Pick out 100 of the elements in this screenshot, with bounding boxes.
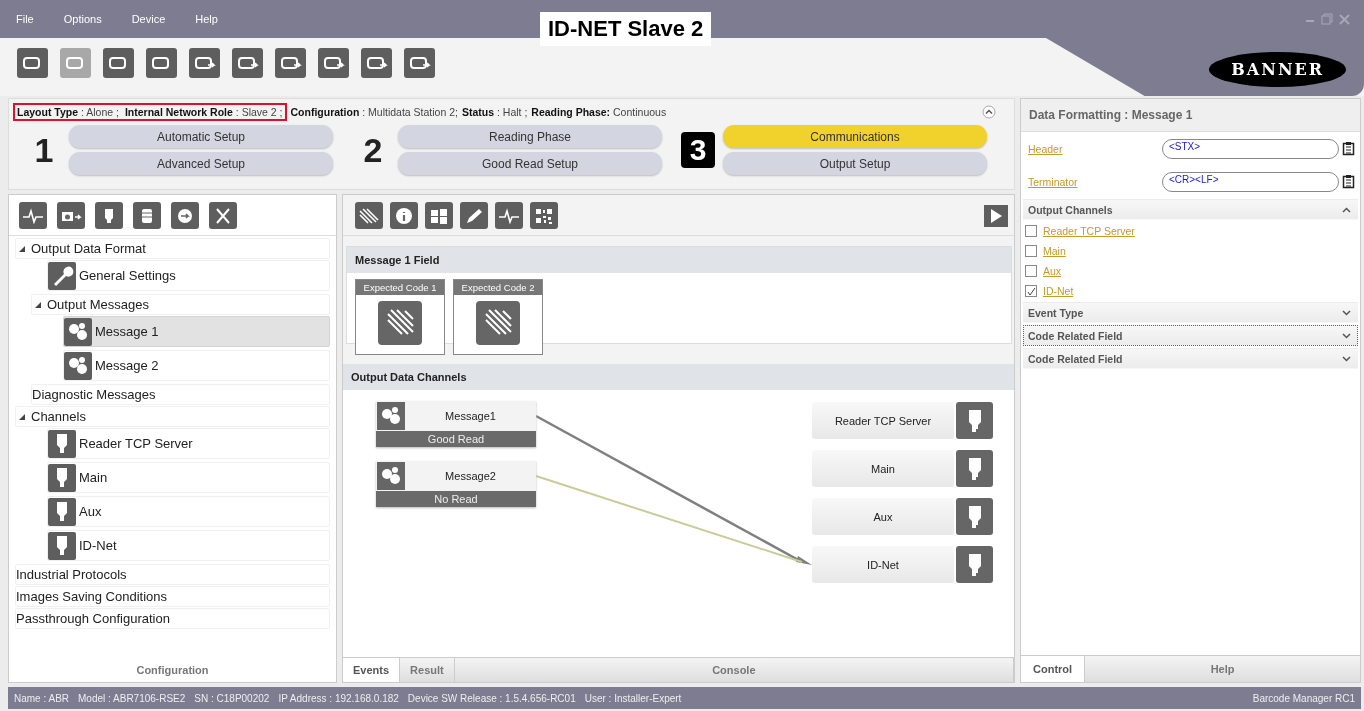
step-number: 1 [33, 130, 55, 170]
section-title: Message 1 Field [347, 247, 1011, 273]
qr-code-icon[interactable] [530, 202, 558, 229]
step-button[interactable]: Reading Phase [398, 125, 662, 148]
tree-item[interactable]: Message 1 [63, 316, 330, 347]
tree-item[interactable]: Industrial Protocols [15, 564, 330, 585]
checkbox[interactable] [1025, 265, 1037, 277]
chevron-icon[interactable] [1342, 310, 1351, 316]
channel-node[interactable]: Aux [812, 498, 954, 535]
tree-item[interactable]: Output Messages [31, 294, 330, 315]
channel-node[interactable]: Reader TCP Server [812, 402, 954, 439]
status-text: User : Installer-Expert [584, 692, 682, 704]
channel-node[interactable]: ID-Net [812, 546, 954, 583]
step-button[interactable]: Good Read Setup [398, 152, 662, 175]
checkbox[interactable] [1025, 245, 1037, 257]
tree-item[interactable]: ID-Net [47, 530, 330, 561]
tab[interactable]: Result [400, 658, 455, 682]
tree-item[interactable]: Images Saving Conditions [15, 586, 330, 607]
expand-icon[interactable] [19, 245, 25, 252]
device-icon[interactable] [361, 48, 392, 78]
close-icon[interactable] [209, 202, 237, 229]
menu-item[interactable]: Options [63, 13, 102, 25]
channel-node[interactable]: Main [812, 450, 954, 487]
tab[interactable]: Help [1084, 656, 1360, 682]
device-icon[interactable] [103, 48, 134, 78]
menu-item[interactable]: File [16, 13, 34, 25]
collapse-button[interactable] [982, 105, 996, 119]
play-button[interactable] [984, 204, 1008, 227]
plug-icon[interactable] [95, 202, 123, 229]
camera-icon[interactable] [57, 202, 85, 229]
tree-item[interactable]: Aux [47, 496, 330, 527]
device-icon[interactable] [189, 48, 220, 78]
event-label: Good Read [376, 431, 536, 447]
pulse-icon[interactable] [19, 202, 47, 229]
device-icon[interactable] [404, 48, 435, 78]
device-icon[interactable] [146, 48, 177, 78]
pulse-icon[interactable] [495, 202, 523, 229]
menu-item[interactable]: Help [195, 13, 218, 25]
checkbox[interactable] [1025, 225, 1037, 237]
expand-icon[interactable] [19, 413, 25, 420]
clipboard-icon[interactable] [1342, 141, 1356, 156]
tree-item[interactable]: Reader TCP Server [47, 428, 330, 459]
step-number: 2 [362, 130, 384, 170]
device-icon[interactable] [275, 48, 306, 78]
info-icon[interactable] [390, 202, 418, 229]
status-text: SN : C18P00202 [194, 692, 270, 704]
plug-icon [956, 450, 993, 487]
tree-item[interactable]: Passthrough Configuration [15, 608, 330, 629]
caption-label: ID-NET Slave 2 [540, 12, 712, 46]
step-number: 3 [681, 132, 715, 168]
panel-title: Configuration [135, 663, 210, 678]
status-text: Name : ABR [14, 692, 70, 704]
pencil-icon[interactable] [460, 202, 488, 229]
section-title: Output Data Channels [343, 364, 1014, 390]
tree-item[interactable]: Diagnostic Messages [31, 384, 330, 405]
clipboard-icon[interactable] [1342, 174, 1356, 189]
play-icon[interactable] [989, 207, 1003, 224]
message-node[interactable]: Message2 [405, 470, 536, 482]
status-text: Device SW Release : 1.5.4.656-RC01 [407, 692, 576, 704]
app-name: Barcode Manager RC1 [1252, 692, 1355, 704]
tab[interactable]: Control [1021, 656, 1085, 682]
plug-icon [956, 546, 993, 583]
chevron-icon[interactable] [1342, 356, 1351, 362]
section-header[interactable]: Output Channels [1023, 199, 1358, 220]
expand-icon[interactable] [35, 301, 41, 308]
device-icon[interactable] [17, 48, 48, 78]
step-button[interactable]: Advanced Setup [69, 152, 333, 175]
tab[interactable]: Console [454, 658, 1014, 682]
database-icon[interactable] [133, 202, 161, 229]
plug-icon [48, 497, 76, 526]
chevron-icon[interactable] [1342, 333, 1351, 339]
expected-code-card[interactable]: Expected Code 1 [355, 279, 445, 355]
step-button[interactable]: Communications [723, 125, 987, 148]
checkbox[interactable] [1025, 285, 1037, 297]
tree-item[interactable]: Output Data Format [15, 238, 330, 259]
device-icon[interactable] [318, 48, 349, 78]
info-text: Configuration : Multidata Station 2; [290, 106, 458, 118]
panel-title: Data Formatting : Message 1 [1021, 99, 1360, 132]
tree-item[interactable]: General Settings [47, 260, 330, 291]
device-icon[interactable] [232, 48, 263, 78]
message-node[interactable]: Message1 [405, 410, 536, 422]
section-header[interactable]: Code Related Field [1023, 348, 1358, 369]
step-button[interactable]: Automatic Setup [69, 125, 333, 148]
section-header[interactable]: Event Type [1023, 302, 1358, 323]
tab[interactable]: Events [343, 658, 401, 682]
info-text: Status : Halt ; [461, 106, 528, 118]
step-button[interactable]: Output Setup [723, 152, 987, 175]
tree-item[interactable]: Channels [15, 406, 330, 427]
info-text: Reading Phase: Continuous [531, 106, 667, 118]
tree-item[interactable]: Main [47, 462, 330, 493]
tree-item[interactable]: Message 2 [63, 350, 330, 381]
plug-icon [956, 402, 993, 439]
plug-icon [48, 531, 76, 560]
plug-icon [48, 429, 76, 458]
chevron-icon[interactable] [1342, 207, 1351, 213]
info-text: Layout Type : Alone ; [17, 106, 119, 118]
section-header[interactable]: Code Related Field [1023, 325, 1358, 346]
status-text: Model : ABR7106-RSE2 [78, 692, 186, 704]
expected-code-card[interactable]: Expected Code 2 [453, 279, 543, 355]
menu-item[interactable]: Device [131, 13, 166, 25]
